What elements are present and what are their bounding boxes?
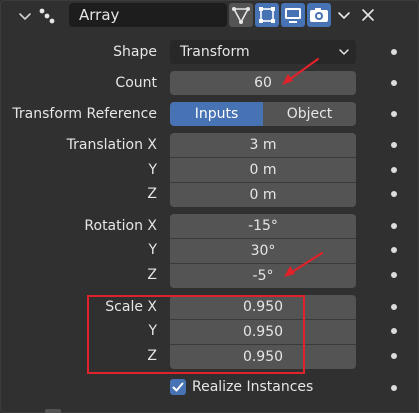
shape-label: Shape [113,44,157,60]
keyframe-dot[interactable] [391,167,397,173]
keyframe-dot[interactable] [391,247,397,253]
rotation-x-label: Rotation X [84,218,157,234]
shape-dropdown[interactable]: Transform [170,40,356,64]
annotation-arrow-icon [284,251,324,277]
edit-mode-button[interactable] [255,3,279,27]
keyframe-dot[interactable] [391,304,397,310]
count-label: Count [115,75,157,91]
modifier-name-field[interactable]: Array [69,3,227,27]
geometry-nodes-icon [36,6,56,26]
realtime-display-button[interactable] [281,3,305,27]
keyframe-dot[interactable] [391,80,397,86]
translation-z-field[interactable]: 0 m [170,183,356,207]
rotation-y-field[interactable]: 30° [170,239,356,263]
render-camera-button[interactable] [307,3,331,27]
keyframe-dot[interactable] [391,385,397,391]
keyframe-dot[interactable] [391,49,397,55]
shape-value: Transform [180,44,250,60]
rotation-z-field[interactable]: -5° [170,264,356,288]
transform-reference-label: Transform Reference [12,106,157,122]
modifier-panel: Array Shape Transform Count 60 Transform… [0,0,419,413]
realize-instances-label: Realize Instances [192,379,314,395]
annotation-arrow-icon [282,57,320,85]
checkmark-icon [172,382,184,392]
keyframe-dot[interactable] [391,191,397,197]
keyframe-dot[interactable] [391,353,397,359]
translation-x-label: Translation X [66,137,157,153]
close-icon[interactable] [358,5,378,25]
transform-reference-object-option[interactable]: Object [263,102,356,126]
count-field[interactable]: 60 [170,71,356,95]
keyframe-dot[interactable] [391,223,397,229]
rotation-y-label: Y [148,242,157,258]
rotation-x-field[interactable]: -15° [170,214,356,238]
rotation-z-label: Z [147,267,157,283]
transform-reference-inputs-option[interactable]: Inputs [170,102,263,126]
keyframe-dot[interactable] [391,111,397,117]
annotation-highlight-box [87,295,305,374]
keyframe-dot[interactable] [391,272,397,278]
keyframe-dot[interactable] [391,328,397,334]
translation-y-field[interactable]: 0 m [170,158,356,182]
dropdown-chevron-icon[interactable] [334,5,354,25]
collapse-chevron-icon[interactable] [15,6,35,26]
keyframe-dot[interactable] [391,142,397,148]
translation-z-label: Z [147,186,157,202]
next-panel-stub [45,409,61,413]
vertex-triangle-button[interactable] [229,3,253,27]
chevron-down-icon [336,44,352,68]
realize-instances-checkbox[interactable] [170,379,186,395]
translation-y-label: Y [148,162,157,178]
translation-x-field[interactable]: 3 m [170,133,356,157]
